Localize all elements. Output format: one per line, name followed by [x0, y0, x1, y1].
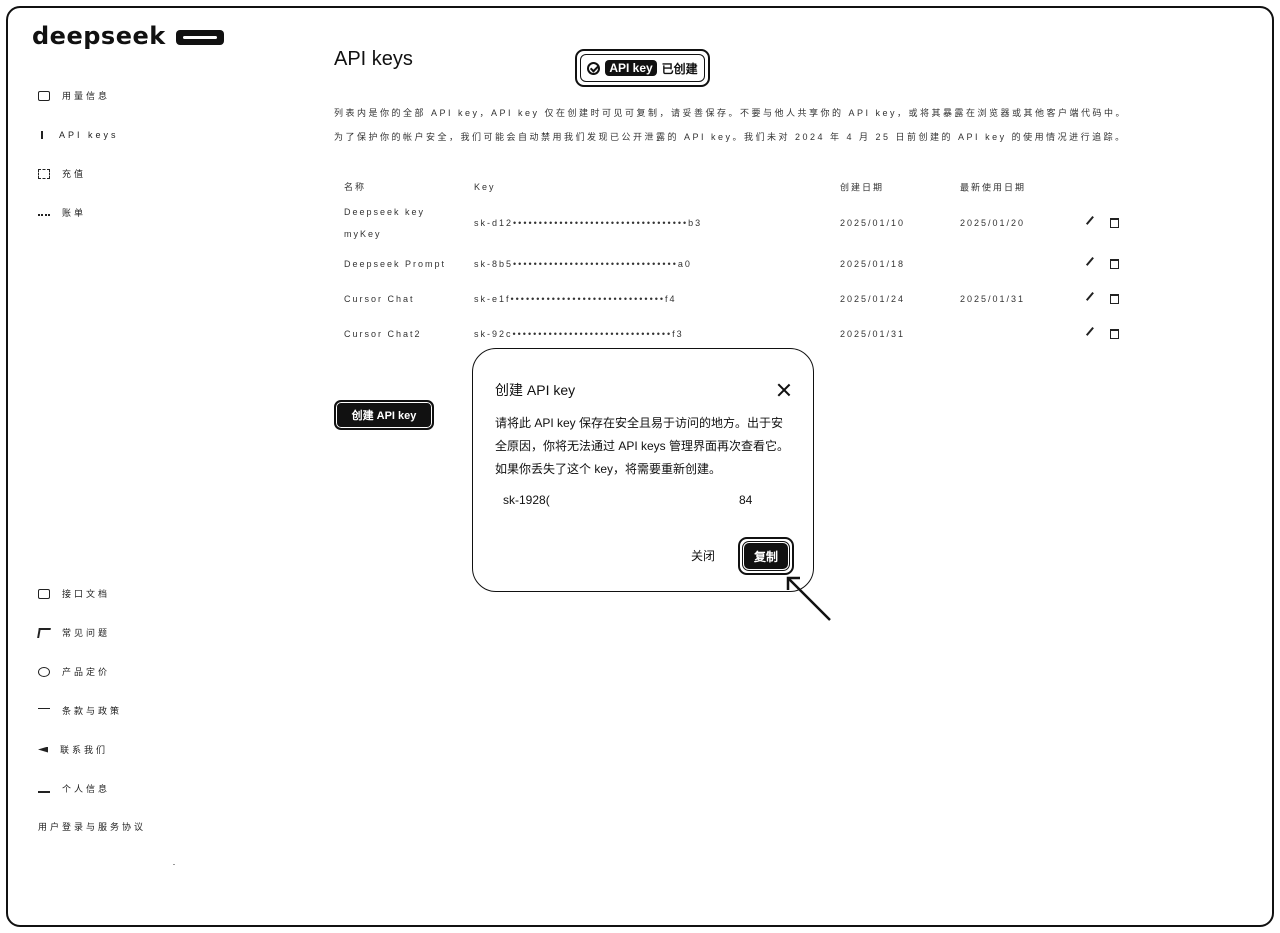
row-actions — [1085, 291, 1119, 306]
key-last-used: 2025/01/20 — [960, 218, 1026, 228]
key-name: Deepseek Prompt — [344, 258, 447, 269]
wallet-icon — [38, 168, 50, 179]
delete-icon[interactable] — [1110, 293, 1119, 304]
key-name: Cursor Chat2 — [344, 328, 422, 339]
delete-icon[interactable] — [1110, 258, 1119, 269]
copy-button-label: 复制 — [743, 542, 789, 570]
key-created-date: 2025/01/10 — [840, 218, 906, 228]
sidebar-nav-bottom: 接口文档 常见问题 产品定价 条款与政策 联系我们 个人信息 — [37, 574, 122, 808]
delete-icon[interactable] — [1110, 218, 1119, 228]
sidebar-item-usage[interactable]: 用量信息 — [38, 76, 119, 115]
success-toast: API key 已创建 — [575, 49, 710, 87]
sidebar-item-label: 个人信息 — [62, 784, 111, 794]
dialog-message: 请将此 API key 保存在安全且易于访问的地方。出于安全原因，你将无法通过 … — [495, 416, 790, 476]
question-icon — [37, 627, 51, 638]
edit-icon[interactable] — [1085, 291, 1101, 306]
header-last-used: 最新使用日期 — [960, 182, 1027, 193]
table-row: Deepseek Prompt sk-8b5••••••••••••••••••… — [344, 246, 1164, 281]
page-title: API keys — [334, 48, 413, 70]
close-button[interactable]: 关闭 — [691, 547, 715, 564]
toast-content: API key 已创建 — [580, 54, 705, 82]
key-created-date: 2025/01/24 — [840, 293, 906, 304]
brand-logo[interactable]: deepseek — [32, 22, 224, 50]
bill-icon — [38, 210, 50, 216]
key-created-date: 2025/01/31 — [840, 328, 906, 339]
key-masked: sk-92c•••••••••••••••••••••••••••••••f3 — [474, 328, 684, 339]
sidebar-item-label: 账单 — [62, 208, 87, 218]
brand-name: deepseek — [32, 22, 166, 50]
create-api-key-button[interactable]: 创建 API key — [334, 400, 434, 430]
key-masked: sk-e1f••••••••••••••••••••••••••••••f4 — [474, 293, 677, 304]
new-key-value[interactable]: sk-1928( 84 — [503, 493, 763, 513]
sidebar-item-billing[interactable]: 账单 — [38, 193, 119, 232]
page-description: 列表内是你的全部 API key，API key 仅在创建时可见可复制，请妥善保… — [334, 101, 1174, 149]
sidebar-item-faq[interactable]: 常见问题 — [37, 613, 122, 652]
toast-key-label: API key — [605, 60, 657, 76]
policy-icon — [38, 707, 50, 714]
divider-dot — [173, 864, 175, 865]
delete-icon[interactable] — [1110, 328, 1119, 339]
sidebar-item-contact[interactable]: 联系我们 — [38, 730, 122, 769]
row-actions — [1085, 326, 1119, 341]
user-icon — [38, 785, 50, 793]
header-created: 创建日期 — [840, 182, 885, 193]
description-line: 列表内是你的全部 API key，API key 仅在创建时可见可复制，请妥善保… — [334, 108, 1128, 118]
dialog-title: 创建 API key — [495, 382, 576, 398]
key-icon — [41, 130, 47, 139]
sidebar-item-docs[interactable]: 接口文档 — [38, 574, 122, 613]
table-header: 名称 Key 创建日期 最新使用日期 — [344, 174, 1164, 200]
table-row: Cursor Chat2 sk-92c•••••••••••••••••••••… — [344, 316, 1164, 351]
contact-icon — [38, 746, 48, 753]
sidebar-item-policy[interactable]: 条款与政策 — [38, 691, 122, 730]
create-key-dialog: 创建 API key 请将此 API key 保存在安全且易于访问的地方。出于安… — [472, 348, 814, 592]
key-masked: sk-8b5••••••••••••••••••••••••••••••••a0 — [474, 258, 692, 269]
key-masked: sk-d12••••••••••••••••••••••••••••••••••… — [474, 218, 703, 228]
sidebar-item-label: 联系我们 — [60, 745, 109, 755]
table-row: Deepseek key myKey sk-d12•••••••••••••••… — [344, 200, 1164, 246]
header-name: 名称 — [344, 182, 367, 192]
sidebar-item-label: 充值 — [62, 169, 87, 179]
row-actions — [1085, 256, 1119, 271]
sidebar-item-pricing[interactable]: 产品定价 — [38, 652, 122, 691]
key-last-used: 2025/01/31 — [960, 293, 1026, 304]
check-circle-icon — [587, 61, 601, 75]
close-icon[interactable] — [777, 383, 791, 397]
edit-icon[interactable] — [1085, 256, 1101, 271]
key-name: Cursor Chat — [344, 293, 415, 304]
key-name: Deepseek key myKey — [344, 207, 426, 239]
platform-badge — [175, 29, 224, 45]
key-suffix: 84 — [739, 493, 753, 507]
sidebar-item-label: 用量信息 — [62, 91, 111, 101]
sidebar-nav-top: 用量信息 API keys 充值 账单 — [38, 76, 119, 232]
key-prefix: sk-1928( — [503, 493, 550, 507]
sidebar-item-label: 常见问题 — [62, 628, 111, 638]
header-key: Key — [474, 182, 496, 192]
sidebar-item-label: 条款与政策 — [62, 706, 123, 716]
price-icon — [38, 666, 50, 677]
pointer-arrow-icon — [786, 576, 831, 621]
sidebar-footer-link[interactable]: 用户登录与服务协议 — [38, 820, 146, 833]
api-keys-table: 名称 Key 创建日期 最新使用日期 Deepseek key myKey sk… — [344, 174, 1164, 351]
app-window: deepseek 用量信息 API keys 充值 账单 接口文档 常见问题 产… — [6, 6, 1274, 927]
edit-icon[interactable] — [1085, 215, 1101, 231]
toast-text: 已创建 — [661, 61, 698, 76]
sidebar-item-label: 接口文档 — [62, 589, 111, 599]
sidebar-item-label: 产品定价 — [62, 667, 111, 677]
sidebar-item-topup[interactable]: 充值 — [38, 154, 119, 193]
description-line: 为了保护你的帐户安全，我们可能会自动禁用我们发现已公开泄露的 API key。我… — [334, 132, 1127, 142]
sidebar-item-profile[interactable]: 个人信息 — [38, 769, 122, 808]
chart-icon — [38, 90, 50, 101]
edit-icon[interactable] — [1085, 326, 1101, 341]
doc-icon — [38, 588, 50, 599]
key-created-date: 2025/01/18 — [840, 258, 906, 269]
sidebar-item-api-keys[interactable]: API keys — [38, 115, 119, 154]
table-row: Cursor Chat sk-e1f••••••••••••••••••••••… — [344, 281, 1164, 316]
row-actions — [1085, 215, 1119, 231]
sidebar-item-label: API keys — [59, 129, 119, 140]
